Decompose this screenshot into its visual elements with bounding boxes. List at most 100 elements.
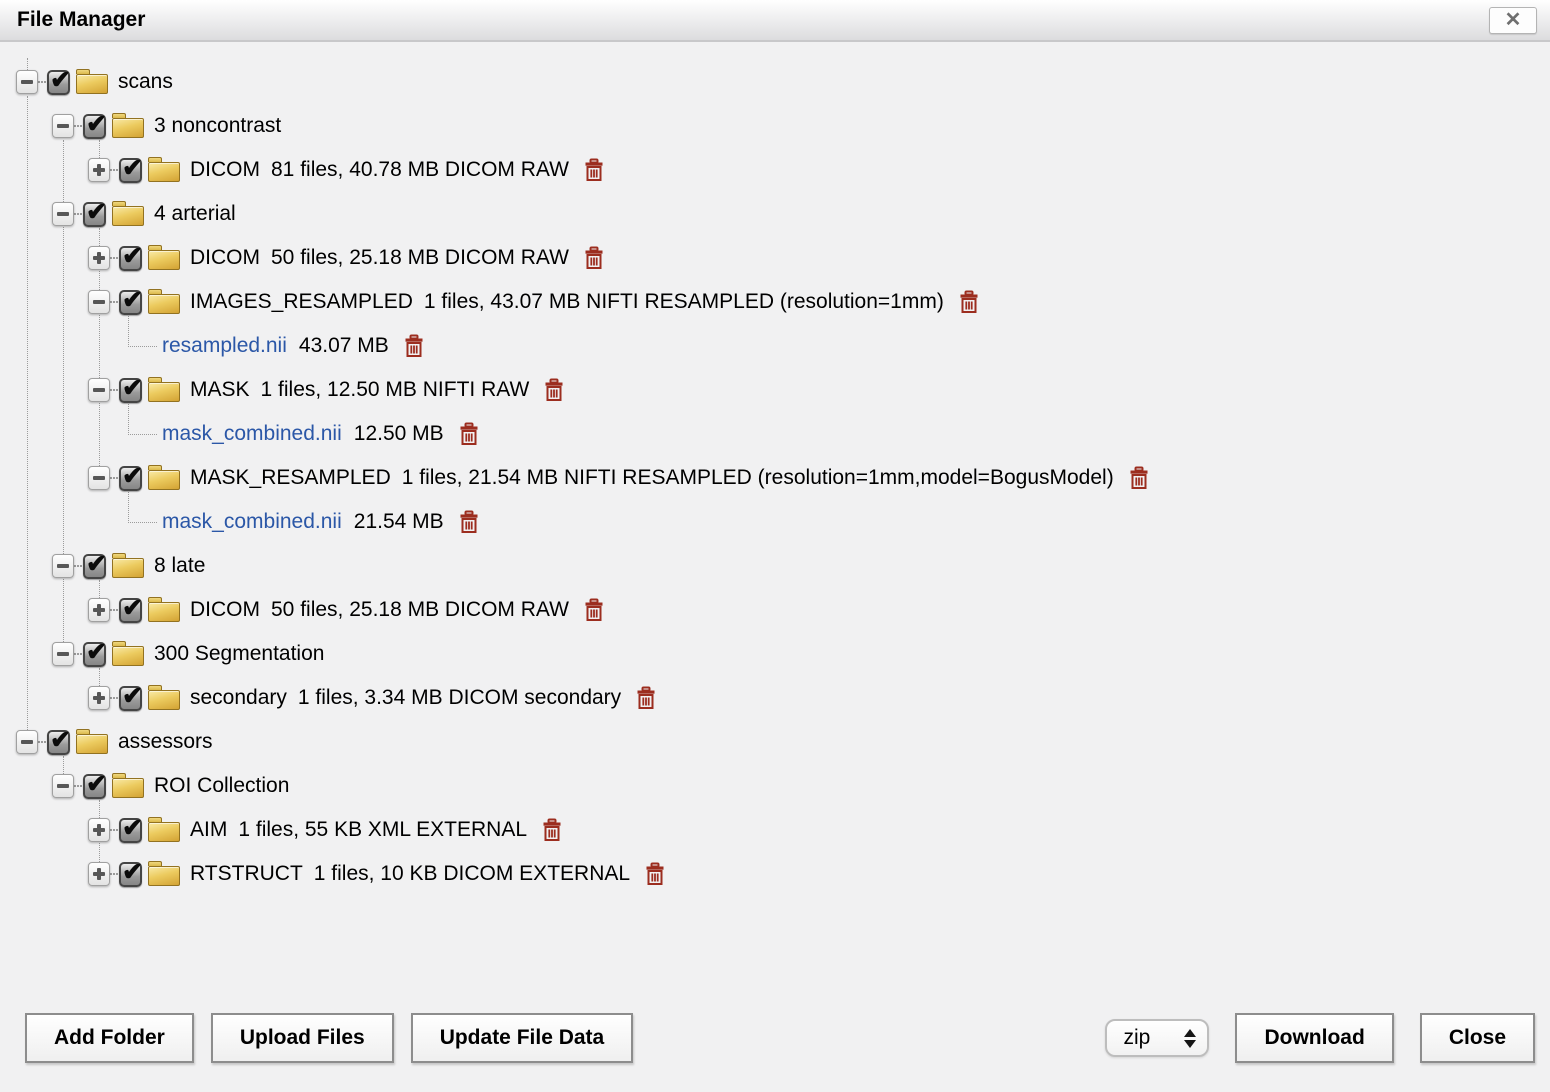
expander-plus-button[interactable] [88, 818, 110, 842]
delete-button[interactable] [635, 686, 657, 710]
checkbox[interactable] [119, 686, 142, 711]
file-row: mask_combined.nii21.54 MB [0, 500, 1550, 544]
file-link[interactable]: mask_combined.nii [162, 422, 342, 446]
trash-icon [403, 334, 425, 358]
folder-icon [148, 162, 180, 182]
delete-button[interactable] [583, 246, 605, 270]
checkbox[interactable] [47, 70, 70, 95]
checkbox[interactable] [83, 774, 106, 799]
expander-minus-button[interactable] [88, 378, 110, 402]
tree-connector [110, 873, 118, 875]
expander-plus-button[interactable] [88, 862, 110, 886]
folder-icon [76, 74, 108, 94]
folder-name: RTSTRUCT [190, 862, 303, 886]
delete-button[interactable] [644, 862, 666, 886]
expander-plus-button[interactable] [88, 598, 110, 622]
dialog-footer: Add Folder Upload Files Update File Data… [25, 1013, 1535, 1063]
expander-minus-button[interactable] [16, 730, 38, 754]
trash-icon [583, 246, 605, 270]
file-size: 43.07 MB [299, 334, 389, 358]
folder-row: MASK_RESAMPLED1 files, 21.54 MB NIFTI RE… [0, 456, 1550, 500]
checkbox[interactable] [83, 642, 106, 667]
upload-files-button[interactable]: Upload Files [211, 1013, 394, 1063]
folder-row: 4 arterial [0, 192, 1550, 236]
folder-icon [148, 690, 180, 710]
checkbox[interactable] [119, 290, 142, 315]
checkbox[interactable] [119, 246, 142, 271]
tree-connector [74, 125, 82, 127]
folder-row: secondary1 files, 3.34 MB DICOM secondar… [0, 676, 1550, 720]
file-tree: scans3 noncontrastDICOM81 files, 40.78 M… [0, 44, 1550, 946]
tree-connector [38, 741, 46, 743]
folder-icon [148, 866, 180, 886]
checkbox[interactable] [83, 202, 106, 227]
folder-row: ROI Collection [0, 764, 1550, 808]
tree-connector [110, 829, 118, 831]
folder-icon [148, 822, 180, 842]
trash-icon [958, 290, 980, 314]
folder-meta: 50 files, 25.18 MB DICOM RAW [271, 598, 569, 622]
delete-button[interactable] [541, 818, 563, 842]
folder-meta: 1 files, 21.54 MB NIFTI RESAMPLED (resol… [402, 466, 1114, 490]
expander-plus-button[interactable] [88, 158, 110, 182]
folder-icon [148, 602, 180, 622]
expander-minus-button[interactable] [52, 202, 74, 226]
delete-button[interactable] [403, 334, 425, 358]
delete-button[interactable] [583, 598, 605, 622]
folder-name: DICOM [190, 246, 260, 270]
folder-meta: 1 files, 12.50 MB NIFTI RAW [261, 378, 530, 402]
folder-icon [76, 734, 108, 754]
delete-button[interactable] [583, 158, 605, 182]
folder-row: DICOM50 files, 25.18 MB DICOM RAW [0, 588, 1550, 632]
folder-row: 300 Segmentation [0, 632, 1550, 676]
folder-icon [112, 206, 144, 226]
file-link[interactable]: mask_combined.nii [162, 510, 342, 534]
delete-button[interactable] [543, 378, 565, 402]
file-row: mask_combined.nii12.50 MB [0, 412, 1550, 456]
checkbox[interactable] [119, 818, 142, 843]
trash-icon [458, 510, 480, 534]
delete-button[interactable] [958, 290, 980, 314]
format-select[interactable]: zip [1105, 1019, 1209, 1057]
trash-icon [583, 598, 605, 622]
format-select-value: zip [1123, 1026, 1150, 1050]
update-file-data-button[interactable]: Update File Data [411, 1013, 634, 1063]
expander-minus-button[interactable] [52, 554, 74, 578]
checkbox[interactable] [47, 730, 70, 755]
folder-row: RTSTRUCT1 files, 10 KB DICOM EXTERNAL [0, 852, 1550, 896]
checkbox[interactable] [119, 158, 142, 183]
folder-icon [148, 294, 180, 314]
trash-icon [1128, 466, 1150, 490]
dialog-close-button[interactable]: ✕ [1489, 7, 1537, 34]
checkbox[interactable] [119, 466, 142, 491]
expander-minus-button[interactable] [52, 642, 74, 666]
folder-name: 3 noncontrast [154, 114, 281, 138]
download-button[interactable]: Download [1235, 1013, 1393, 1063]
file-link[interactable]: resampled.nii [162, 334, 287, 358]
delete-button[interactable] [458, 422, 480, 446]
folder-name: assessors [118, 730, 213, 754]
expander-minus-button[interactable] [52, 114, 74, 138]
folder-row: assessors [0, 720, 1550, 764]
tree-connector [110, 609, 118, 611]
checkbox[interactable] [83, 114, 106, 139]
folder-name: 300 Segmentation [154, 642, 324, 666]
folder-meta: 1 files, 3.34 MB DICOM secondary [298, 686, 621, 710]
add-folder-button[interactable]: Add Folder [25, 1013, 194, 1063]
delete-button[interactable] [1128, 466, 1150, 490]
delete-button[interactable] [458, 510, 480, 534]
expander-minus-button[interactable] [88, 466, 110, 490]
trash-icon [583, 158, 605, 182]
folder-row: 3 noncontrast [0, 104, 1550, 148]
folder-icon [148, 382, 180, 402]
checkbox[interactable] [83, 554, 106, 579]
close-button[interactable]: Close [1420, 1013, 1535, 1063]
checkbox[interactable] [119, 598, 142, 623]
expander-minus-button[interactable] [52, 774, 74, 798]
expander-minus-button[interactable] [16, 70, 38, 94]
checkbox[interactable] [119, 378, 142, 403]
expander-plus-button[interactable] [88, 246, 110, 270]
expander-plus-button[interactable] [88, 686, 110, 710]
expander-minus-button[interactable] [88, 290, 110, 314]
checkbox[interactable] [119, 862, 142, 887]
